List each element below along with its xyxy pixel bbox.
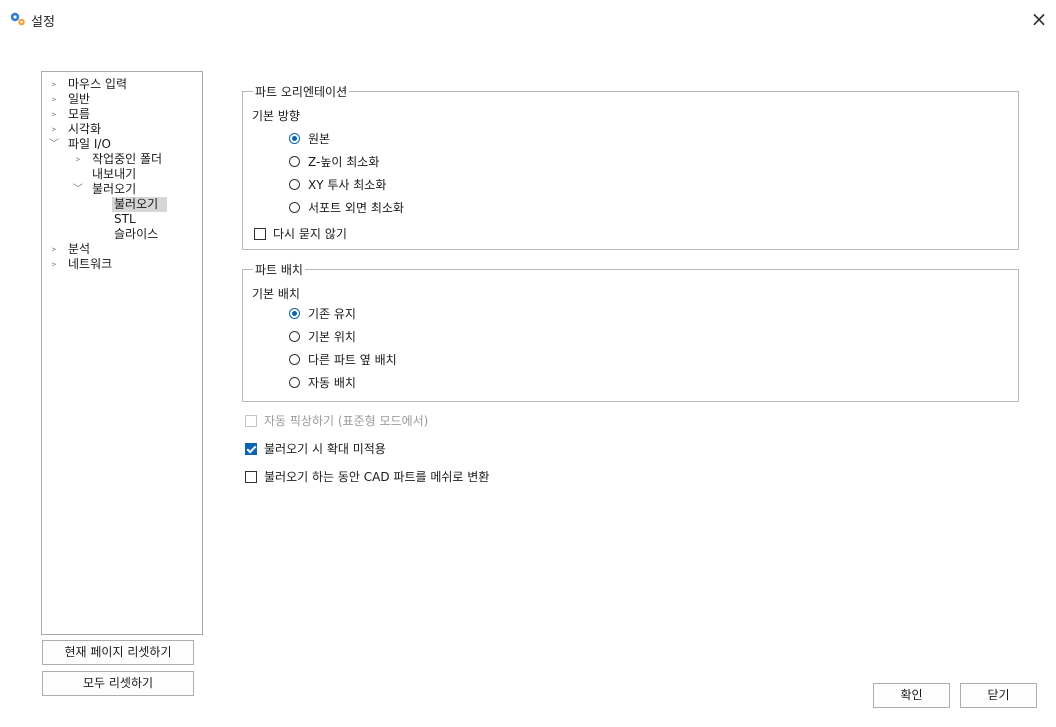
chevron-right-icon[interactable]: ﹥	[49, 92, 61, 107]
chevron-right-icon[interactable]: ﹥	[49, 257, 61, 272]
chevron-right-icon[interactable]: ﹥	[73, 152, 85, 167]
settings-tree[interactable]: ﹥ 마우스 입력 ﹥ 일반 ﹥ 모름 ﹥ 시각화 ﹀ 파일 I/O ﹥ 작업중인…	[41, 71, 203, 635]
ok-button[interactable]: 확인	[873, 683, 950, 708]
close-window-button[interactable]: ×	[1026, 6, 1052, 32]
group-title: 파트 오리엔테이션	[253, 83, 350, 100]
checkbox-label: 불러오기 하는 동안 CAD 파트를 메쉬로 변환	[264, 470, 490, 484]
tree-item-label: 불러오기	[92, 182, 137, 196]
checkbox[interactable]	[254, 228, 266, 240]
tree-item-label: 마우스 입력	[68, 77, 128, 91]
radio-button[interactable]	[289, 354, 300, 365]
chevron-down-icon[interactable]: ﹀	[73, 182, 85, 197]
radio-button[interactable]	[289, 202, 300, 213]
radio-button[interactable]	[289, 133, 300, 144]
group-title: 파트 배치	[253, 261, 305, 278]
default-placement-label: 기본 배치	[252, 287, 300, 301]
part-orientation-group: 파트 오리엔테이션 기본 방향 원본 Z-높이 최소화 XY 투사 최소화 서포…	[242, 83, 1019, 250]
reset-page-button[interactable]: 현재 페이지 리셋하기	[42, 640, 194, 665]
radio-label: 다른 파트 옆 배치	[308, 353, 397, 367]
radio-label: XY 투사 최소화	[308, 178, 387, 192]
chevron-down-icon[interactable]: ﹀	[49, 137, 61, 152]
tree-item-label: STL	[114, 212, 136, 226]
part-placement-group: 파트 배치 기본 배치 기존 유지 기본 위치 다른 파트 옆 배치 자동 배치	[242, 261, 1019, 402]
radio-button[interactable]	[289, 179, 300, 190]
tree-item-label: 불러오기	[112, 197, 168, 212]
radio-button[interactable]	[289, 156, 300, 167]
checkbox-label: 자동 픽상하기 (표준형 모드에서)	[264, 414, 429, 428]
radio-label: 기존 유지	[308, 307, 356, 321]
tree-item-label: 분석	[68, 242, 91, 256]
radio-label: 기본 위치	[308, 330, 356, 344]
tree-item-label: 모름	[68, 107, 91, 121]
reset-all-button[interactable]: 모두 리셋하기	[42, 671, 194, 696]
radio-label: Z-높이 최소화	[308, 155, 380, 169]
tree-item-label: 파일 I/O	[68, 137, 111, 151]
radio-button[interactable]	[289, 331, 300, 342]
tree-item-label: 슬라이스	[114, 227, 159, 241]
close-button[interactable]: 닫기	[960, 683, 1037, 708]
radio-button[interactable]	[289, 308, 300, 319]
checkbox	[245, 415, 257, 427]
default-orientation-label: 기본 방향	[252, 109, 300, 123]
tree-item-label: 일반	[68, 92, 91, 106]
gear-pair-icon	[9, 11, 27, 27]
checkbox-label: 불러오기 시 확대 미적용	[264, 442, 386, 456]
chevron-right-icon[interactable]: ﹥	[49, 107, 61, 122]
tree-item-label: 작업중인 폴더	[92, 152, 163, 166]
radio-label: 원본	[308, 132, 331, 146]
checkmark-icon[interactable]	[245, 443, 257, 455]
chevron-right-icon[interactable]: ﹥	[49, 77, 61, 92]
checkbox-label: 다시 묻지 않기	[273, 227, 347, 241]
tree-item-label: 시각화	[68, 122, 102, 136]
title-bar: 설정 ×	[0, 0, 1056, 38]
radio-label: 서포트 외면 최소화	[308, 201, 404, 215]
chevron-right-icon[interactable]: ﹥	[49, 122, 61, 137]
tree-item-label: 네트워크	[68, 257, 113, 271]
checkbox[interactable]	[245, 471, 257, 483]
radio-button[interactable]	[289, 377, 300, 388]
radio-label: 자동 배치	[308, 376, 356, 390]
window-title: 설정	[31, 15, 55, 30]
tree-item-label: 내보내기	[92, 167, 137, 181]
chevron-right-icon[interactable]: ﹥	[49, 242, 61, 257]
